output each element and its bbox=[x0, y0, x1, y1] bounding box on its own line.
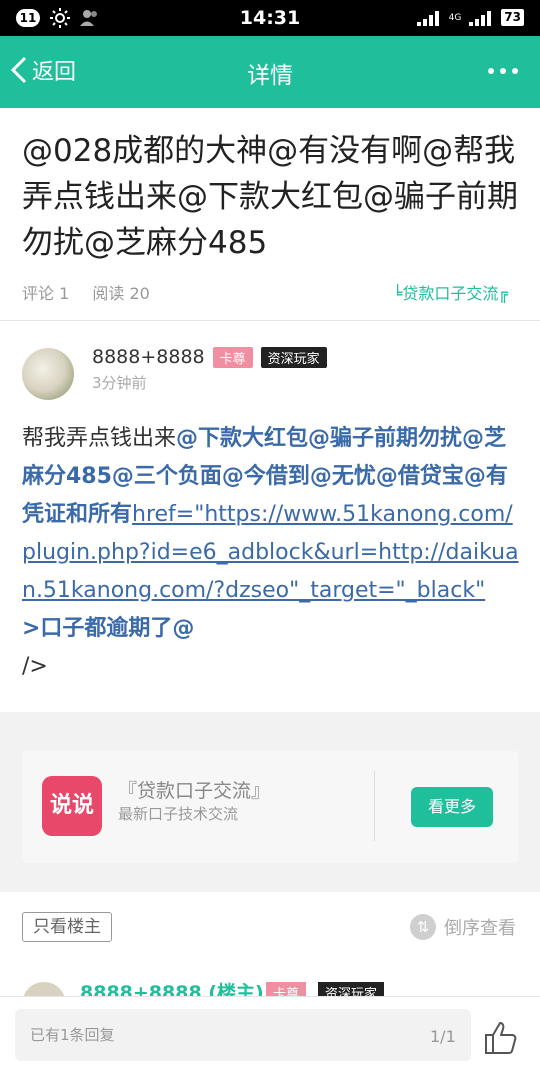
forum-description: 最新口子技术交流 bbox=[118, 805, 239, 823]
author-name[interactable]: 8888+8888 bbox=[92, 346, 205, 368]
sort-icon: ⇅ bbox=[410, 914, 436, 940]
more-icon[interactable] bbox=[486, 56, 520, 86]
avatar[interactable] bbox=[22, 348, 74, 400]
level-badge: 资深玩家 bbox=[260, 346, 327, 368]
post-time: 3分钟前 bbox=[92, 374, 147, 392]
reverse-label: 倒序查看 bbox=[444, 918, 516, 939]
post-author-row: 8888+8888 卡尊 资深玩家 bbox=[92, 346, 327, 368]
forum-logo: 说说 bbox=[42, 776, 102, 836]
body-text: 帮我弄点钱出来 bbox=[22, 426, 177, 451]
category-link[interactable]: ╘贷款口子交流╔ bbox=[393, 280, 508, 304]
battery-level: 73 bbox=[501, 9, 524, 26]
thumbs-up-icon[interactable] bbox=[480, 1017, 520, 1057]
view-count: 阅读 20 bbox=[92, 284, 150, 303]
reply-count: 已有1条回复 bbox=[30, 1026, 115, 1044]
reply-level-badge: 资深玩家 bbox=[318, 982, 385, 996]
forum-card[interactable]: 说说 『贷款口子交流』 最新口子技术交流 看更多 bbox=[22, 751, 518, 863]
thread-meta: 评论 1 阅读 20 bbox=[22, 280, 168, 304]
reply-author[interactable]: 8888+8888 (楼主) bbox=[80, 982, 264, 996]
status-badge: 卡尊 bbox=[212, 346, 253, 368]
reply-input[interactable]: 已有1条回复 bbox=[15, 1009, 471, 1061]
page-title: 详情 bbox=[247, 63, 293, 89]
view-more-button[interactable]: 看更多 bbox=[411, 787, 493, 827]
section-separator-2 bbox=[0, 882, 540, 892]
signal-icon-2 bbox=[469, 10, 492, 26]
signal-icon bbox=[416, 10, 439, 26]
reply-item: 8888+8888 (楼主) 卡尊 资深玩家 bbox=[22, 982, 522, 996]
comment-count: 评论 1 bbox=[22, 284, 70, 303]
reply-status-badge: 卡尊 bbox=[266, 982, 307, 996]
post-body: 帮我弄点钱出来@下款大红包@骗子前期勿扰@芝麻分485@三个负面@今借到@无忧@… bbox=[22, 420, 522, 686]
divider bbox=[374, 771, 375, 841]
status-bar: 11 14:31 4G 73 bbox=[0, 0, 540, 36]
body-tail: /> bbox=[22, 654, 48, 679]
only-op-button[interactable]: 只看楼主 bbox=[22, 912, 112, 942]
forum-name: 『贷款口子交流』 bbox=[118, 780, 271, 802]
network-type: 4G bbox=[448, 12, 462, 23]
status-right: 4G 73 bbox=[416, 9, 524, 26]
page-indicator: 1/1 bbox=[430, 1027, 456, 1046]
reply-avatar[interactable] bbox=[22, 982, 66, 996]
nav-bar: 返回 详情 bbox=[0, 36, 540, 108]
body-mentions-2[interactable]: >口子都逾期了@ bbox=[22, 616, 194, 641]
thread-title: @028成都的大神@有没有啊@帮我弄点钱出来@下款大红包@骗子前期勿扰@芝麻分4… bbox=[22, 133, 518, 261]
divider bbox=[0, 320, 540, 321]
bottom-bar: 已有1条回复 1/1 bbox=[0, 996, 540, 1080]
reverse-order-button[interactable]: ⇅ 倒序查看 bbox=[410, 914, 516, 940]
